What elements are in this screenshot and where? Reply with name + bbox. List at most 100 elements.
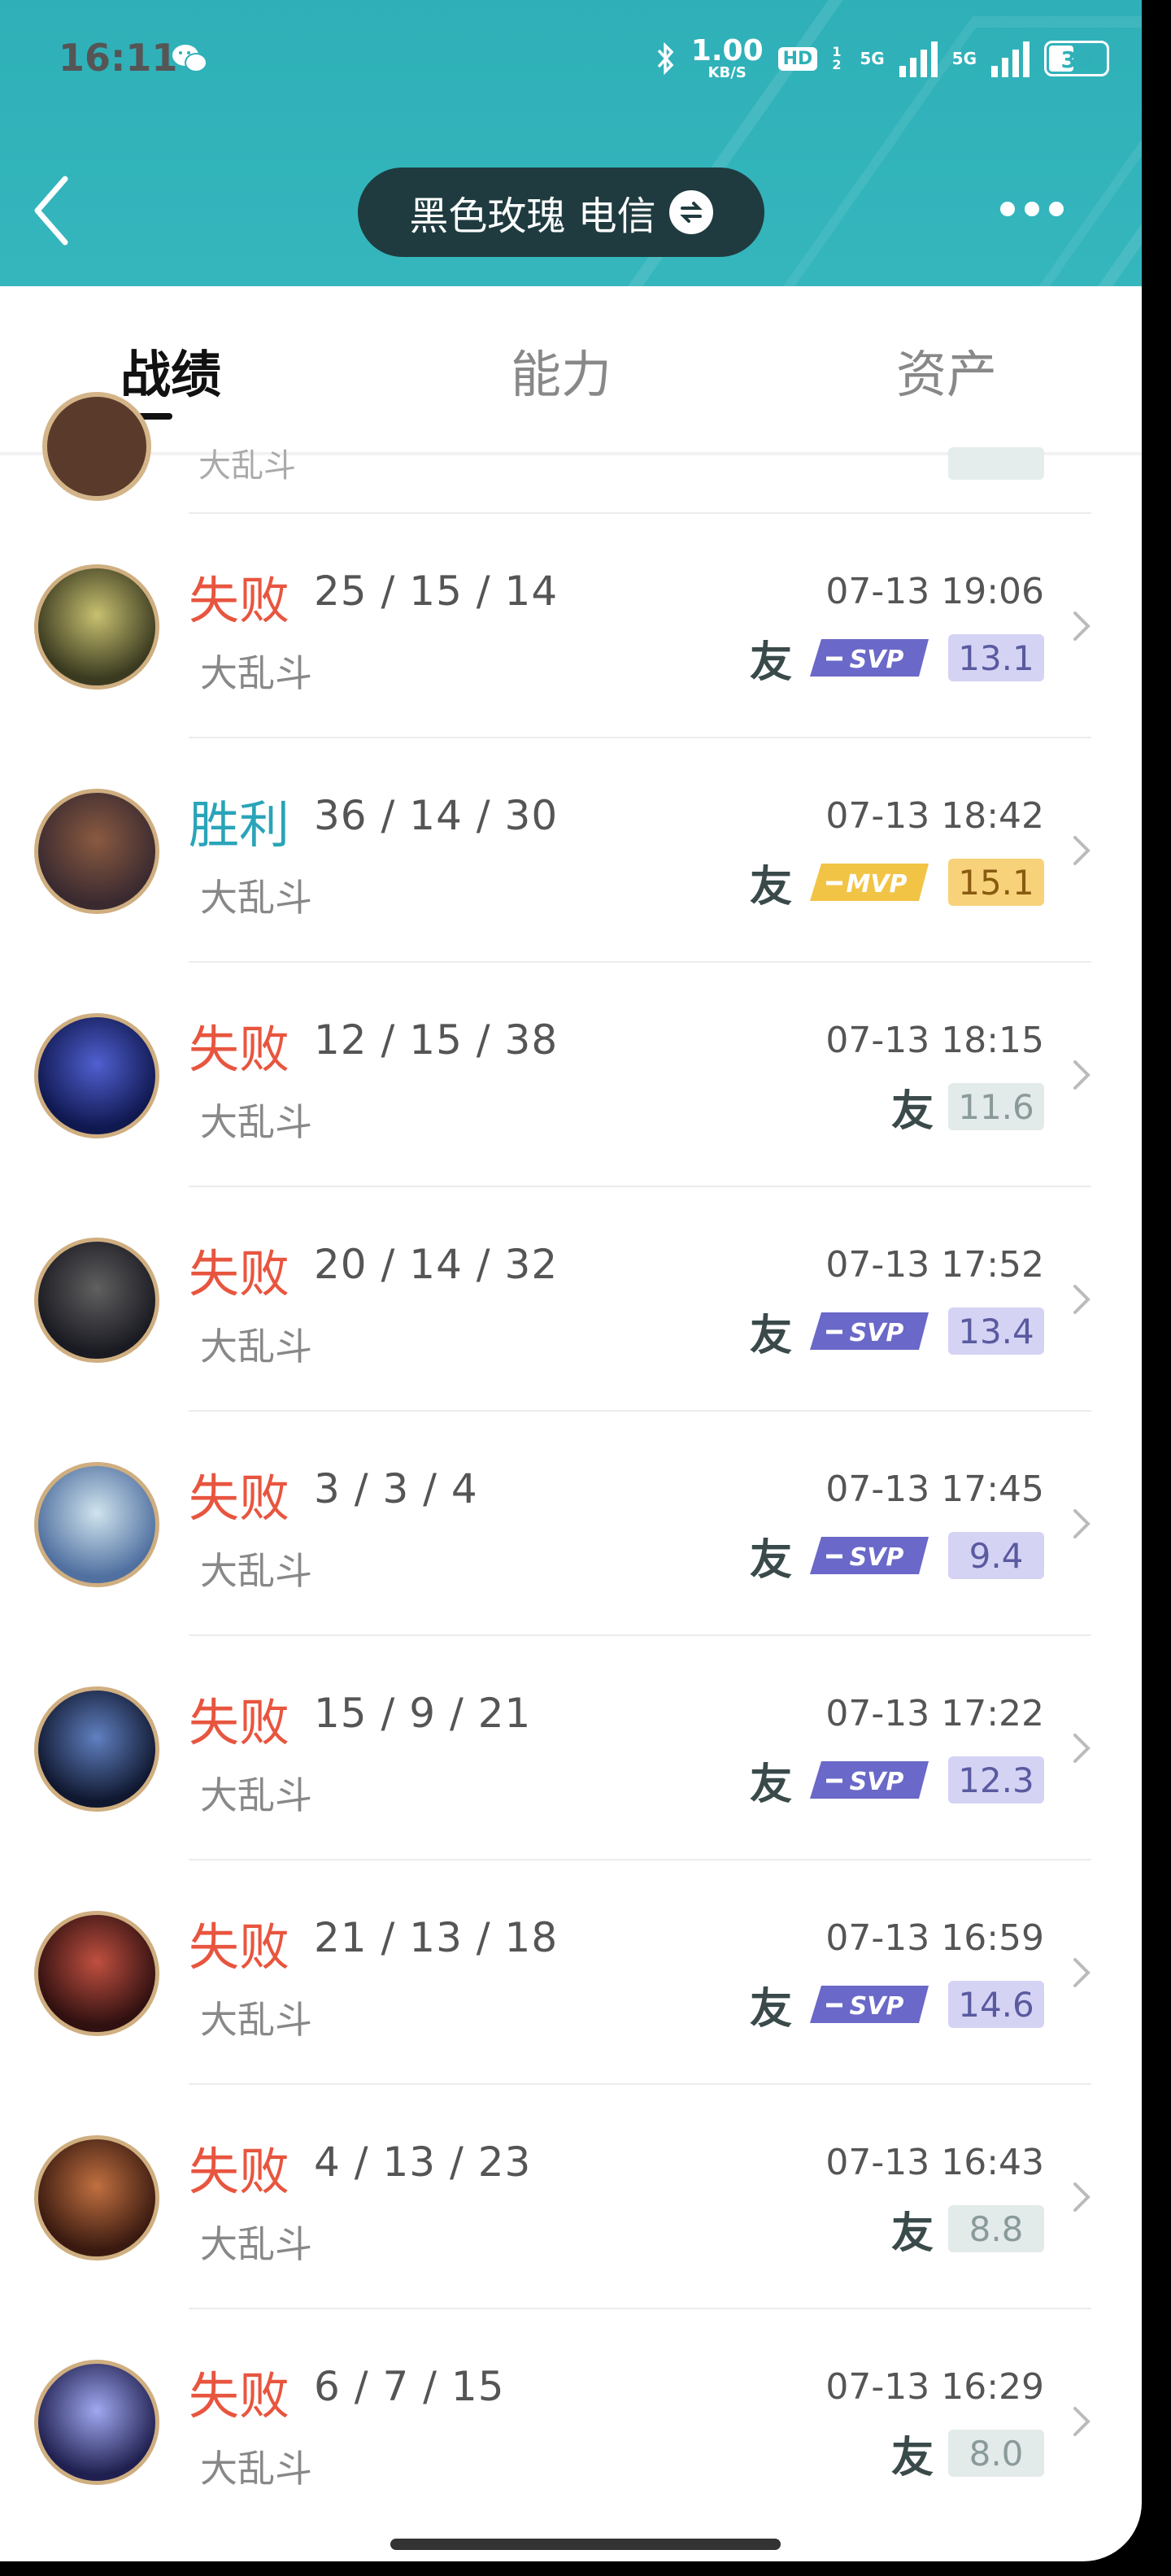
match-mode: 大乱斗 [200,1325,312,1368]
battery-icon: 39 [1044,41,1109,76]
hero-avatar [34,2360,159,2485]
hero-avatar [34,1462,159,1587]
svp-badge: SVP [810,1986,929,2023]
match-badges: 友 SVP 12.3 [750,1755,1044,1809]
match-mode: 大乱斗 [200,1773,312,1817]
kda-text: 25 / 15 / 14 [314,568,559,615]
chevron-right-icon [1073,1734,1090,1763]
honor-label: SVP [850,1543,904,1572]
kda-text: 15 / 9 / 21 [314,1690,532,1737]
match-time: 07-13 19:06 [825,571,1044,612]
match-mode: 大乱斗 [200,1998,312,2042]
list-item[interactable]: 失败 15 / 9 / 21 07-13 17:22 大乱斗 友 SVP 12.… [0,1636,1142,1860]
tab-assets[interactable]: 资产 [896,333,997,407]
svp-badge: SVP [810,1537,929,1574]
hero-avatar [34,564,159,690]
network-speed: 1.00 KB/S [690,34,764,81]
match-mode: 大乱斗 [200,2447,312,2491]
match-result: 失败 [189,2142,290,2201]
kda-text: 3 / 3 / 4 [314,1465,478,1512]
score-badge: 12.3 [948,1756,1044,1804]
match-badges: 友 SVP 13.4 [750,1306,1044,1360]
match-result: 失败 [189,1693,290,1752]
match-mode: 大乱斗 [200,2222,312,2266]
list-item[interactable]: 失败 6 / 7 / 15 07-13 16:29 大乱斗 友 8.0 [0,2309,1142,2534]
hero-avatar [34,1013,159,1138]
friend-badge: 友 [890,1086,934,1136]
hero-avatar [34,1911,159,2036]
account-switcher[interactable]: 黑色玫瑰 电信 [358,168,764,257]
chevron-right-icon [1073,1285,1090,1314]
friend-badge: 友 [749,1759,792,1809]
match-result: 失败 [189,1917,290,1977]
score-badge: 13.4 [948,1308,1044,1355]
match-result: 失败 [189,2366,290,2426]
honor-label: SVP [850,646,904,674]
match-badges: 友 8.0 [891,2428,1044,2482]
back-arrow-icon[interactable] [31,174,72,247]
list-item-partial[interactable]: 大乱斗 [0,392,1142,514]
chevron-right-icon [1073,1509,1090,1538]
match-result: 失败 [189,1244,290,1303]
tab-ability[interactable]: 能力 [511,333,612,407]
score-badge: 13.1 [948,634,1044,681]
match-mode: 大乱斗 [200,1100,312,1144]
score-badge: 9.4 [948,1532,1044,1579]
chevron-right-icon [1073,1958,1090,1987]
hd-badge: HD [777,46,818,71]
score-badge [948,447,1044,480]
tab-bar: 战绩 能力 资产 [0,286,1142,454]
friend-badge: 友 [749,1983,792,2034]
match-mode: 大乱斗 [200,651,312,695]
chevron-right-icon [1073,2182,1090,2212]
home-indicator[interactable] [390,2539,781,2550]
kda-text: 4 / 13 / 23 [314,2139,532,2186]
status-icons: 1.00 KB/S HD 1 2 5G 5G 39 [654,34,1109,83]
list-item[interactable]: 失败 25 / 15 / 14 07-13 19:06 大乱斗 友 SVP 13… [0,514,1142,738]
match-result: 失败 [189,1469,290,1528]
match-result: 胜利 [189,795,290,855]
match-result: 失败 [189,1020,290,1079]
list-item[interactable]: 失败 12 / 15 / 38 07-13 18:15 大乱斗 友 11.6 [0,963,1142,1187]
signal-icon [899,40,938,77]
match-badges: 友 8.8 [891,2204,1044,2258]
list-item[interactable]: 胜利 36 / 14 / 30 07-13 18:42 大乱斗 友 MVP 15… [0,738,1142,963]
match-badges: 友 SVP 14.6 [750,1979,1044,2034]
chevron-right-icon [1073,611,1090,641]
list-item[interactable]: 失败 21 / 13 / 18 07-13 16:59 大乱斗 友 SVP 14… [0,1860,1142,2085]
kda-text: 12 / 15 / 38 [314,1016,559,1064]
match-time: 07-13 16:43 [825,2142,1044,2183]
kda-text: 21 / 13 / 18 [314,1914,559,1961]
wechat-icon [172,45,207,72]
hero-avatar [34,789,159,914]
match-time: 07-13 18:42 [825,795,1044,837]
bluetooth-icon [657,41,674,76]
honor-label: SVP [850,1768,904,1796]
match-result: 失败 [189,571,290,630]
hero-avatar [34,1686,159,1812]
list-item[interactable]: 失败 4 / 13 / 23 07-13 16:43 大乱斗 友 8.8 [0,2085,1142,2309]
match-badges: 友 SVP 13.1 [750,633,1044,687]
friend-badge: 友 [749,637,792,687]
list-item[interactable]: 失败 20 / 14 / 32 07-13 17:52 大乱斗 友 SVP 13… [0,1187,1142,1412]
kda-text: 6 / 7 / 15 [314,2363,505,2410]
score-badge: 11.6 [948,1083,1044,1130]
honor-label: SVP [850,1319,904,1347]
swap-icon [668,190,713,234]
hd-sub: 1 2 [832,44,842,72]
kda-text: 20 / 14 / 32 [314,1241,559,1288]
hero-avatar [34,1238,159,1363]
signal-label: 5G [951,49,977,68]
honor-label: MVP [846,870,907,899]
app-screen: 16:11 1.00 KB/S HD 1 2 5G 5G 39 黑色玫瑰 电信 … [0,0,1142,2561]
battery-level: 39 [1060,46,1093,73]
score-badge: 8.0 [948,2430,1044,2477]
signal-icon [991,40,1030,77]
tab-record[interactable]: 战绩 [120,333,221,407]
svp-badge: SVP [810,1761,929,1799]
score-badge: 15.1 [948,859,1044,906]
list-item[interactable]: 失败 3 / 3 / 4 07-13 17:45 大乱斗 友 SVP 9.4 [0,1412,1142,1636]
hero-avatar [34,2135,159,2261]
header: 16:11 1.00 KB/S HD 1 2 5G 5G 39 黑色玫瑰 电信 [0,0,1142,286]
more-icon[interactable] [1000,202,1064,216]
